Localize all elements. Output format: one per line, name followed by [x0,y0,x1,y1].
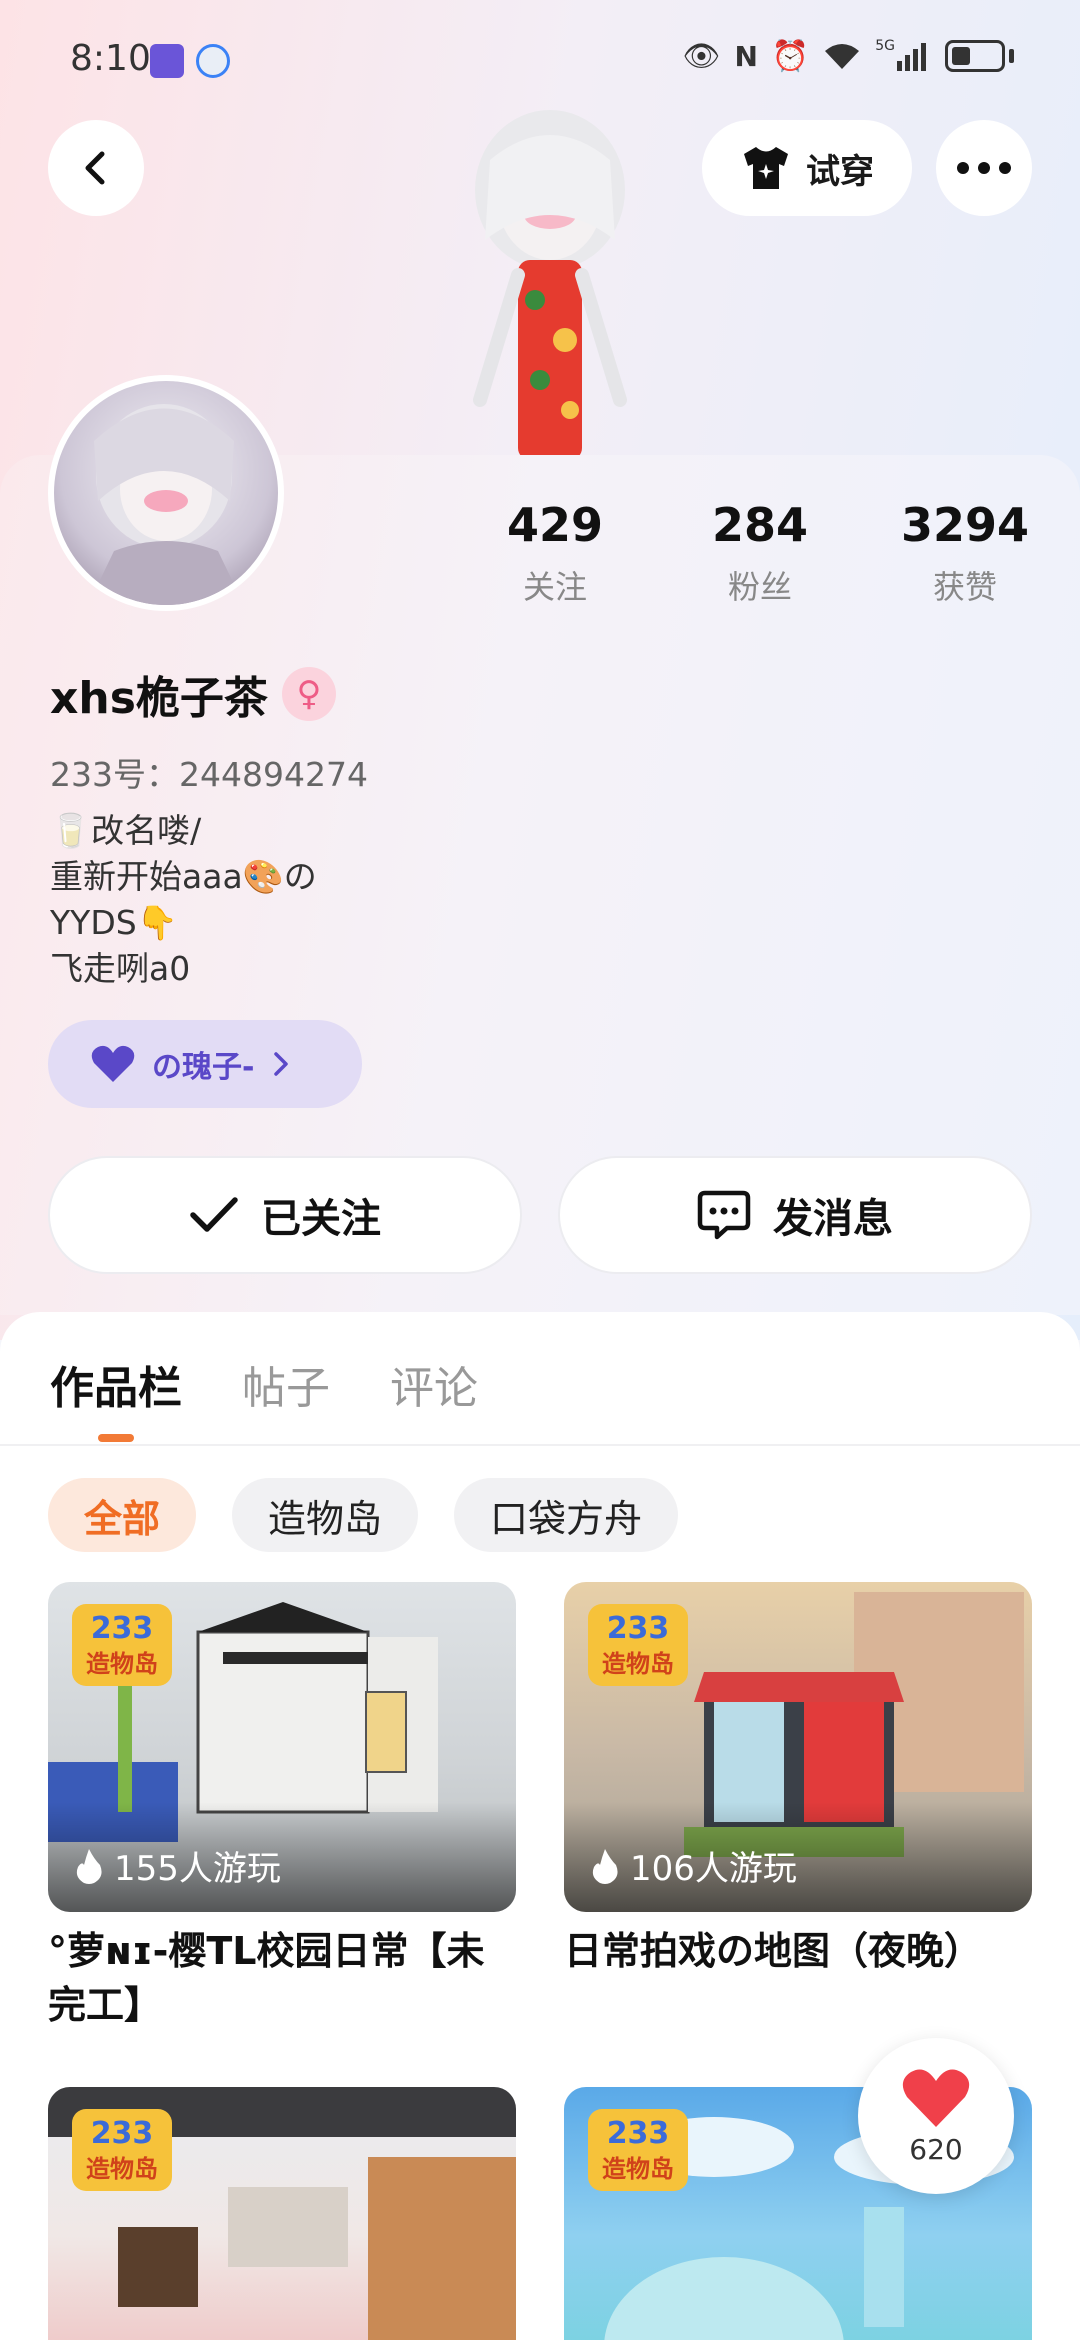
creation-island-badge: 233 造物岛 [72,1604,172,1686]
check-icon [190,1197,238,1232]
try-on-button[interactable]: 试穿 [702,120,912,216]
svg-text:造物岛: 造物岛 [602,1650,674,1678]
female-gender-icon: ♀ [281,667,336,721]
alarm-icon: ⏰ [771,38,810,74]
bio-line: 飞走咧a0 [50,949,191,988]
tab-comments[interactable]: 评论 [390,1352,478,1416]
creation-island-badge: 233 造物岛 [588,2109,688,2191]
svg-text:233: 233 [607,2116,670,2151]
back-button[interactable] [48,120,144,216]
tab-posts[interactable]: 帖子 [242,1352,330,1416]
play-count: 106人游玩 [590,1841,797,1890]
account-id[interactable]: 233号：244894274 [50,748,368,796]
follow-button[interactable]: 已关注 [48,1156,522,1274]
group-label: の瑰子- [152,1050,255,1085]
username-row: xhs桅子茶 ♀ [50,662,336,726]
svg-text:233: 233 [91,2116,154,2151]
battery-tip [1009,49,1014,63]
chat-bubble-icon [697,1190,751,1240]
stat-likes[interactable]: 3294 获赞 [880,498,1050,608]
creation-island-badge: 233 造物岛 [72,2109,172,2191]
flame-icon [76,1848,102,1884]
chip-pocket-ark[interactable]: 口袋方舟 [454,1478,679,1552]
profile-tabs: 作品栏 帖子 评论 [50,1352,478,1416]
character-figure-image [440,100,660,460]
message-button[interactable]: 发消息 [558,1156,1032,1274]
more-dots-icon [957,162,1011,174]
work-thumbnail: 233 造物岛 [48,2087,516,2340]
shirt-icon [744,147,788,189]
username: xhs桅子茶 [50,673,268,724]
work-title: 日常拍戏の地图（夜晚） [564,1929,983,1973]
play-count: 155人游玩 [74,1841,281,1890]
profile-stats: 429 关注 284 粉丝 3294 获赞 [470,498,1050,608]
heart-icon [91,1045,135,1082]
flame-icon [592,1848,618,1884]
stat-value: 284 [711,498,809,552]
heart-icon [902,2068,970,2127]
tab-works[interactable]: 作品栏 [50,1352,182,1416]
bio-line: 🥛改名喽/ [50,811,202,850]
stat-label: 获赞 [932,568,997,606]
stat-label: 粉丝 [727,568,792,606]
notification-app-icon [150,44,184,78]
stat-followers[interactable]: 284 粉丝 [675,498,845,608]
follow-label: 已关注 [261,1196,381,1242]
stat-value: 429 [506,498,604,552]
battery-icon [945,40,1005,72]
signal-icon: 5G [875,38,931,74]
creation-island-badge: 233 造物岛 [588,1604,688,1686]
work-thumbnail: 233 造物岛 155人游玩 [48,1582,516,1912]
status-time: 8:10 [70,38,151,79]
group-badge-button[interactable]: の瑰子- [48,1020,362,1108]
chip-creation-island[interactable]: 造物岛 [232,1478,419,1552]
eye-icon: 👁 [682,38,721,74]
try-on-label: 试穿 [806,151,874,192]
chip-all[interactable]: 全部 [48,1478,197,1552]
work-thumbnail: 233 造物岛 106人游玩 [564,1582,1032,1912]
svg-text:造物岛: 造物岛 [602,2155,674,2183]
stat-value: 3294 [900,498,1030,552]
svg-text:造物岛: 造物岛 [86,2155,158,2183]
bio-line: YYDS👇 [50,903,178,942]
more-button[interactable] [936,120,1032,216]
stat-label: 关注 [522,568,587,606]
play-count-text: 106人游玩 [630,1849,797,1889]
chevron-left-icon [85,151,105,185]
play-count-text: 155人游玩 [114,1849,281,1889]
svg-text:造物岛: 造物岛 [86,1650,158,1678]
filter-chips: 全部 造物岛 口袋方舟 [48,1478,679,1552]
bio: 🥛改名喽/ 重新开始aaa🎨の YYDS👇 飞走咧a0 [50,808,317,992]
active-tab-indicator [98,1434,134,1442]
svg-text:233: 233 [607,1611,670,1646]
nfc-icon: N [734,39,758,73]
svg-text:233: 233 [91,1611,154,1646]
network-type: 5G [875,38,895,54]
stat-following[interactable]: 429 关注 [470,498,640,608]
work-card[interactable]: 233 造物岛 155人游玩 °萝ɴɪ-樱TL校园日常【未完工】 [48,1582,516,2032]
bio-line: 重新开始aaa🎨の [50,857,317,896]
avatar[interactable] [48,375,284,611]
like-count: 620 [909,2132,963,2166]
work-card[interactable]: 233 造物岛 106人游玩 日常拍戏の地图（夜晚） [564,1582,1032,1978]
work-card[interactable]: 233 造物岛 [48,2087,516,2340]
message-label: 发消息 [773,1196,893,1242]
like-button[interactable]: 620 [858,2038,1014,2194]
wifi-icon [823,38,861,74]
tabs-divider [0,1444,1080,1446]
work-title: °萝ɴɪ-樱TL校园日常【未完工】 [48,1929,485,2027]
chevron-right-icon [274,1052,289,1076]
notification-app-icon [196,44,230,78]
